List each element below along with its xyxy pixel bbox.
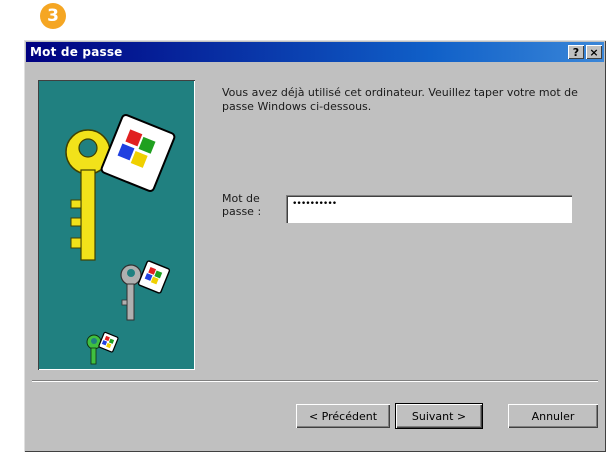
windows-flag-icon <box>100 113 176 193</box>
illustration-panel <box>38 80 195 370</box>
close-icon: × <box>589 45 599 59</box>
password-dialog: Mot de passe ? × Vous avez déjà utilisé … <box>24 40 606 452</box>
key-large-icon <box>65 129 111 261</box>
step-number-badge: 3 <box>40 3 66 29</box>
next-button[interactable]: Suivant > <box>395 403 483 429</box>
cancel-button[interactable]: Annuler <box>508 404 598 428</box>
step-number: 3 <box>47 6 59 26</box>
help-icon: ? <box>572 45 580 59</box>
help-button[interactable]: ? <box>568 45 584 59</box>
button-separator <box>32 380 598 382</box>
title-bar-buttons: ? × <box>568 45 604 59</box>
window-title: Mot de passe <box>30 45 123 59</box>
key-medium-icon <box>120 260 171 321</box>
close-button[interactable]: × <box>586 45 602 59</box>
title-bar[interactable]: Mot de passe ? × <box>26 42 604 62</box>
keys-illustration <box>65 113 176 365</box>
key-small-icon <box>86 331 119 365</box>
back-button[interactable]: < Précédent <box>296 404 390 428</box>
password-input[interactable]: •••••••••• <box>286 195 572 223</box>
instruction-text: Vous avez déjà utilisé cet ordinateur. V… <box>222 86 578 113</box>
password-label: Mot de passe : <box>222 192 262 218</box>
